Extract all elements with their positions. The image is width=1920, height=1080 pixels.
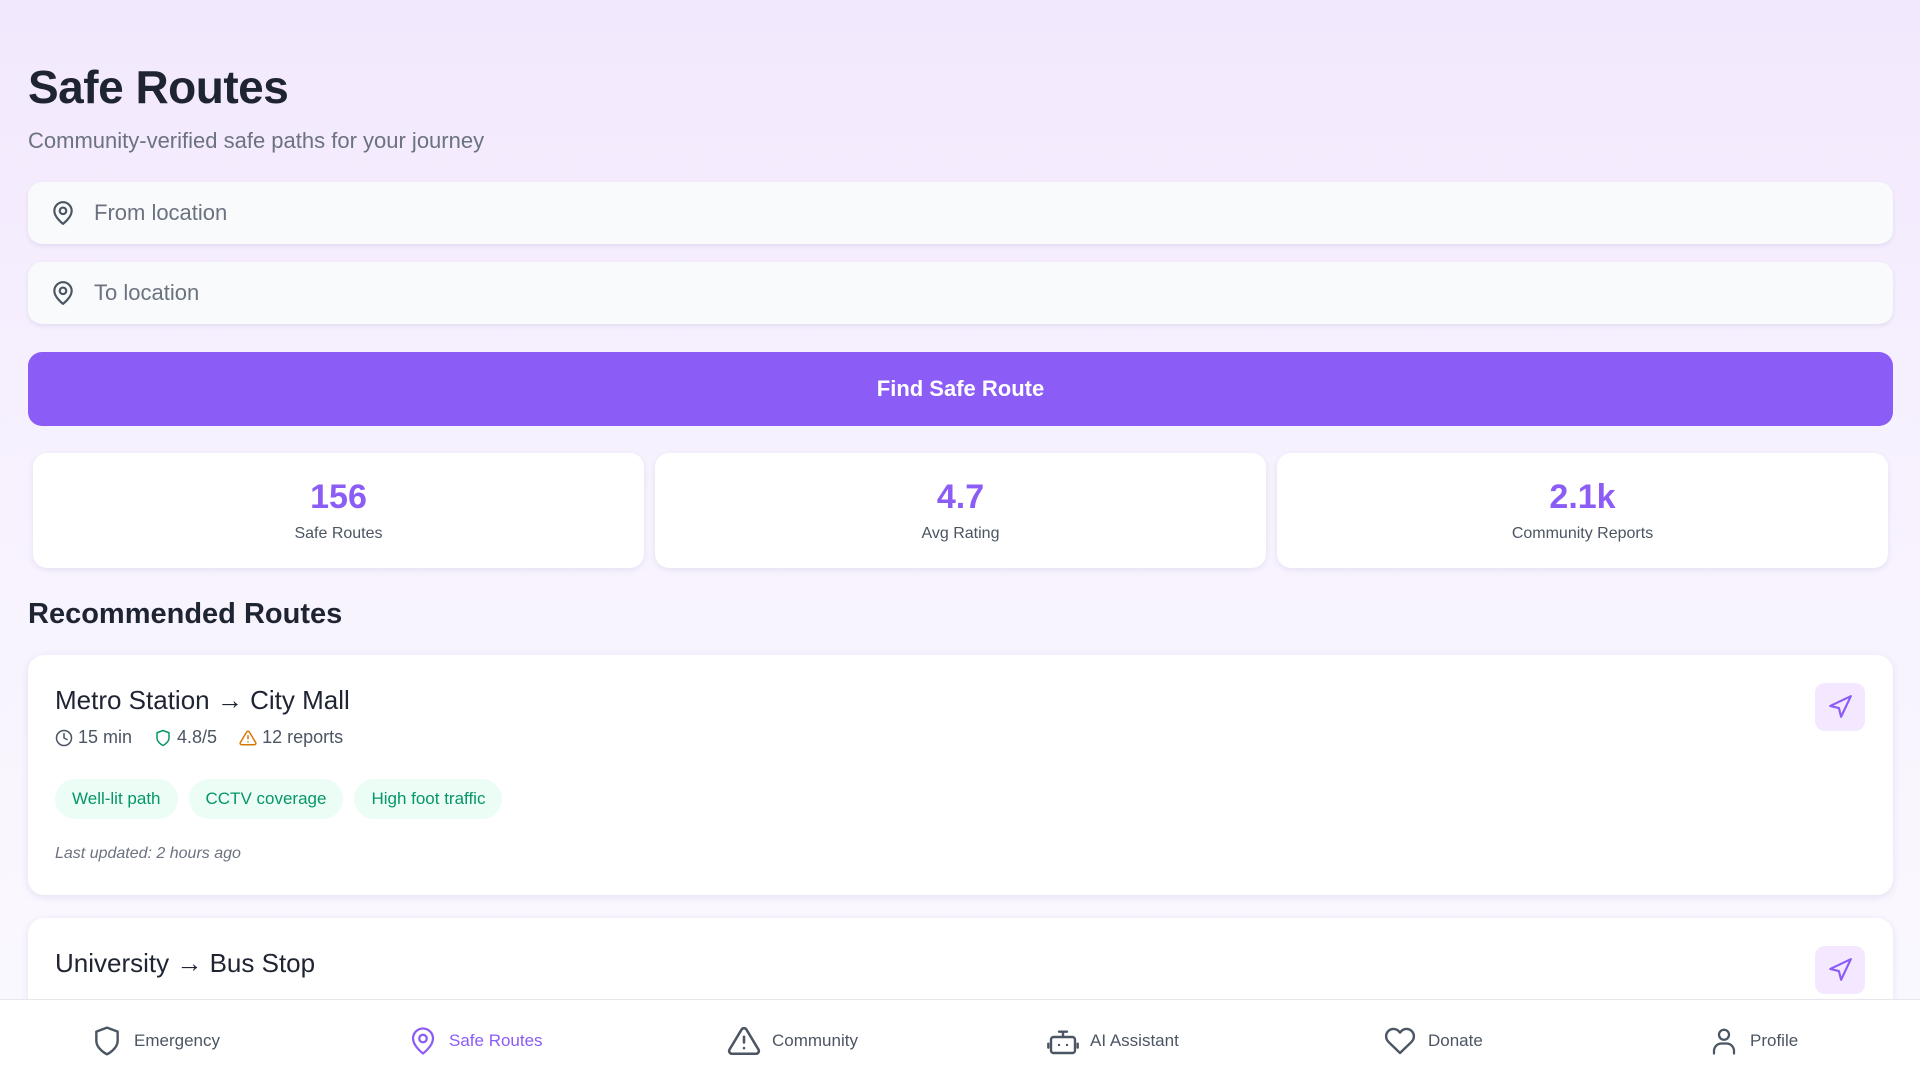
route-name: University → Bus Stop [55,948,316,978]
stat-value: 2.1k [1549,478,1616,516]
map-pin-icon [50,200,76,226]
route-meta: 15 min 4.8/5 12 reports [55,727,365,748]
navigation-icon [1829,695,1852,718]
route-reports-text: 12 reports [262,727,344,747]
route-rating: 4.8/5 [154,727,217,748]
from-location-field[interactable] [28,182,1893,244]
shield-icon [95,1025,119,1056]
heart-icon [1384,1027,1416,1054]
page-title: Safe Routes [28,61,289,113]
route-reports: 12 reports [239,727,343,748]
nav-item-safe-routes[interactable]: Safe Routes [408,1000,543,1080]
map-pin-icon [411,1026,435,1055]
alert-triangle-icon [727,1026,761,1055]
bot-icon [1047,1029,1079,1054]
to-location-input[interactable] [94,280,1794,306]
nav-label: Profile [1750,1030,1799,1050]
find-safe-route-button[interactable]: Find Safe Route [28,352,1893,426]
navigate-button[interactable] [1815,946,1865,994]
stat-label: Avg Rating [921,525,1000,542]
stat-value: 4.7 [936,478,985,516]
stats-row: 156 Safe Routes 4.7 Avg Rating 2.1k Comm… [33,453,1888,568]
nav-item-donate[interactable]: Donate [1383,1000,1483,1080]
section-title: Recommended Routes [28,598,343,630]
to-location-field[interactable] [28,262,1893,324]
clock-icon [55,729,73,746]
navigate-button[interactable] [1815,683,1865,731]
bottom-nav: Emergency Safe Routes Community AI Assis… [0,999,1920,1080]
nav-label: Safe Routes [449,1030,543,1050]
route-tag: CCTV coverage [188,779,344,819]
nav-label: Donate [1428,1030,1483,1050]
nav-item-community[interactable]: Community [727,1000,858,1080]
map-pin-icon [50,280,76,306]
route-last-updated: Last updated: 2 hours ago [55,845,241,862]
route-name: Metro Station → City Mall [55,685,350,715]
nav-item-ai-assistant[interactable]: AI Assistant [1047,1000,1179,1080]
from-location-input[interactable] [94,200,1794,226]
route-rating-text: 4.8/5 [177,727,218,747]
user-icon [1712,1028,1736,1055]
page-subtitle: Community-verified safe paths for your j… [28,128,485,153]
stat-label: Community Reports [1511,525,1654,542]
route-time: 15 min [55,727,132,748]
nav-item-emergency[interactable]: Emergency [91,1000,220,1080]
route-tags: Well-lit path CCTV coverage High foot tr… [55,779,503,819]
route-tag: Well-lit path [55,779,178,819]
nav-label: Emergency [134,1030,220,1050]
stat-card-avg-rating: 4.7 Avg Rating [655,453,1266,568]
route-tag: High foot traffic [354,779,503,819]
route-card[interactable]: Metro Station → City Mall 15 min 4.8/5 1… [28,655,1893,895]
nav-label: AI Assistant [1090,1030,1179,1050]
alert-triangle-icon [239,729,257,745]
stat-card-community-reports: 2.1k Community Reports [1277,453,1888,568]
stat-label: Safe Routes [294,525,383,542]
route-time-text: 15 min [78,727,133,747]
stat-card-safe-routes: 156 Safe Routes [33,453,644,568]
nav-item-profile[interactable]: Profile [1709,1000,1798,1080]
navigation-icon [1829,958,1852,981]
shield-icon [156,729,170,746]
stat-value: 156 [310,478,367,516]
nav-label: Community [772,1030,858,1050]
